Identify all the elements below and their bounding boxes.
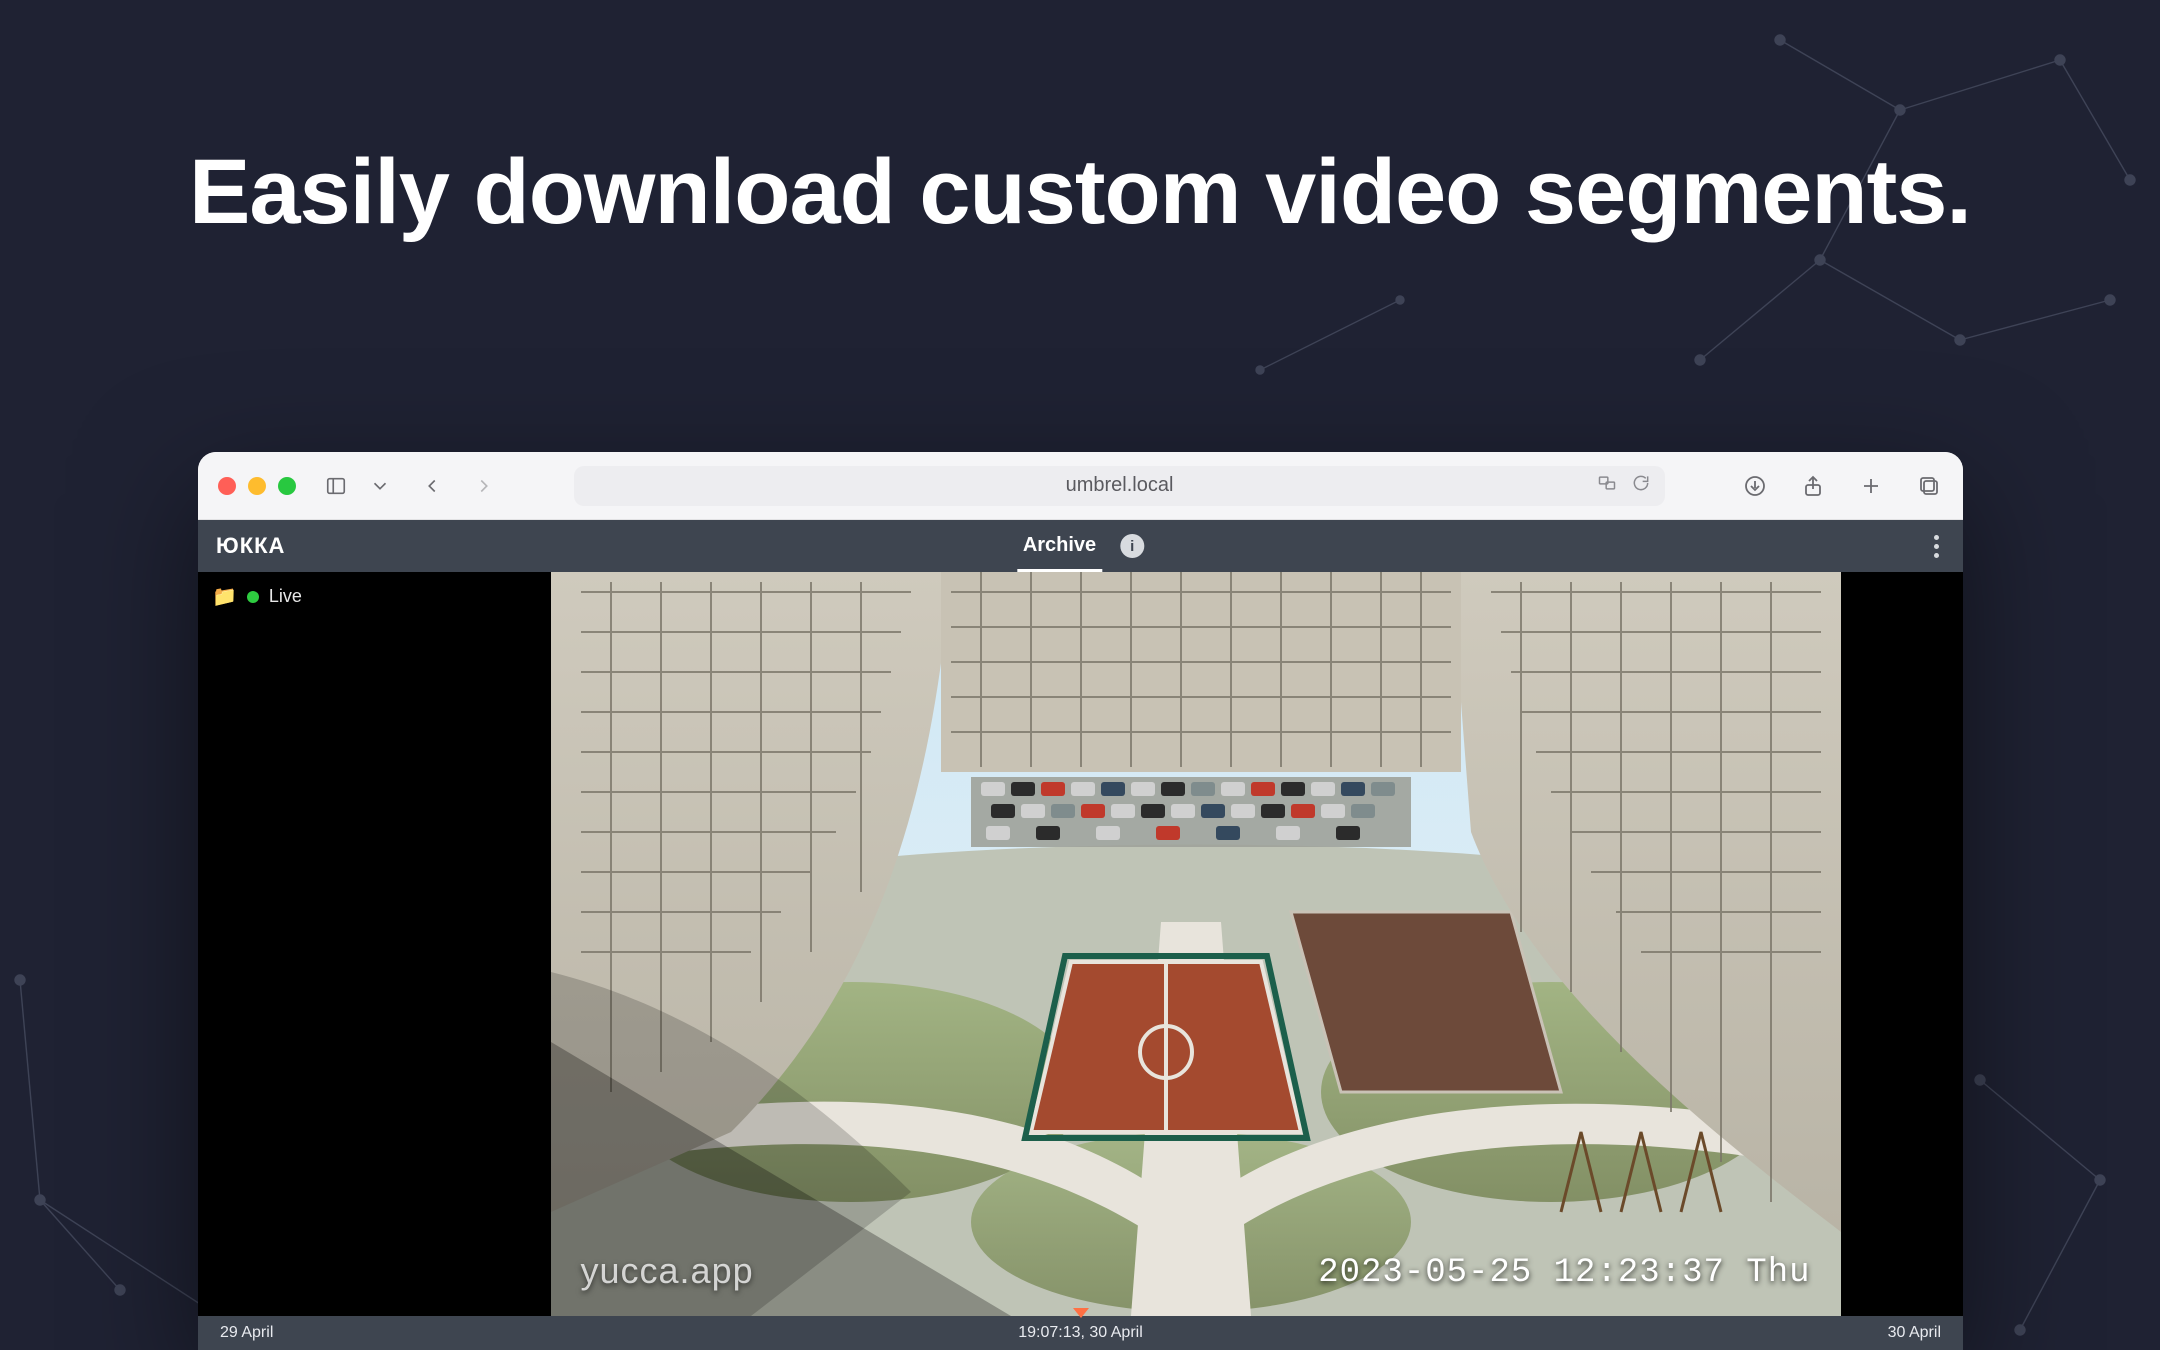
sidebar-item-live[interactable]: 📁 Live (212, 584, 414, 609)
tab-group-chevron-icon[interactable] (366, 472, 394, 500)
translate-icon[interactable] (1597, 473, 1617, 499)
status-dot-online (247, 591, 259, 603)
nav-forward-button[interactable] (470, 472, 498, 500)
video-osd-timestamp: 2023-05-25 12:23:37 Thu (1318, 1254, 1810, 1292)
share-icon[interactable] (1799, 472, 1827, 500)
more-menu-icon[interactable] (1928, 529, 1945, 564)
tab-area: Archive i (1017, 520, 1144, 572)
downloads-icon[interactable] (1741, 472, 1769, 500)
video-watermark: yucca.app (581, 1250, 754, 1292)
video-viewer[interactable]: yucca.app 2023-05-25 12:23:37 Thu (428, 572, 1963, 1316)
tab-overview-icon[interactable] (1915, 472, 1943, 500)
sidebar-toggle-icon[interactable] (322, 472, 350, 500)
browser-window: umbrel.local (198, 452, 1963, 1350)
address-bar[interactable]: umbrel.local (574, 466, 1665, 506)
app-root: ЮККА Archive i 📁 Live (198, 520, 1963, 1350)
app-logo: ЮККА (216, 533, 285, 559)
window-minimize-button[interactable] (248, 477, 266, 495)
timeline-bar[interactable]: 29 April 19:07:13, 30 April 30 April (198, 1316, 1963, 1350)
timeline-left-label: 29 April (220, 1324, 273, 1342)
sidebar-item-label: Live (269, 586, 302, 607)
page-headline: Easily download custom video segments. (0, 140, 2160, 245)
traffic-lights (218, 477, 296, 495)
timeline-center-label: 19:07:13, 30 April (1018, 1324, 1143, 1342)
nav-back-button[interactable] (418, 472, 446, 500)
address-bar-url: umbrel.local (1066, 474, 1174, 497)
video-frame: yucca.app 2023-05-25 12:23:37 Thu (551, 572, 1841, 1316)
info-icon[interactable]: i (1120, 534, 1144, 558)
window-zoom-button[interactable] (278, 477, 296, 495)
camera-sidebar: 📁 Live (198, 572, 428, 1316)
app-topbar: ЮККА Archive i (198, 520, 1963, 572)
new-tab-icon[interactable] (1857, 472, 1885, 500)
window-close-button[interactable] (218, 477, 236, 495)
browser-titlebar: umbrel.local (198, 452, 1963, 520)
folder-icon: 📁 (212, 584, 237, 609)
video-still (551, 572, 1841, 1316)
tab-archive[interactable]: Archive (1017, 520, 1102, 572)
app-body: 📁 Live (198, 572, 1963, 1316)
address-bar-actions (1597, 473, 1651, 499)
reload-icon[interactable] (1631, 473, 1651, 499)
timeline-right-label: 30 April (1888, 1324, 1941, 1342)
